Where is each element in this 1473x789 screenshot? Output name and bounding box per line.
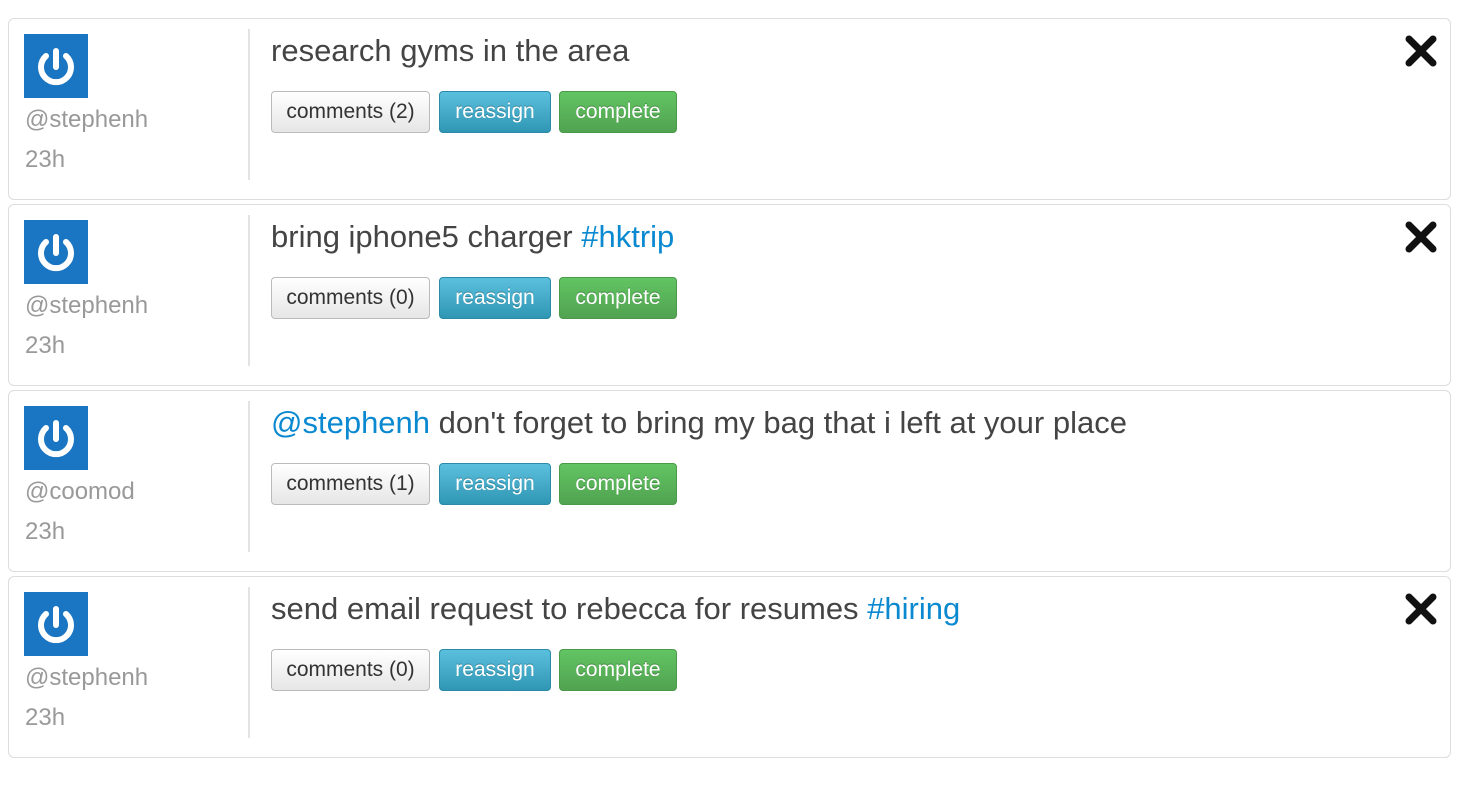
avatar[interactable] (24, 34, 88, 98)
hashtag-link[interactable]: #hiring (867, 591, 960, 626)
task-text: @stephenh don't forget to bring my bag t… (271, 403, 1127, 443)
close-icon[interactable] (1403, 33, 1439, 69)
username[interactable]: @stephenh (25, 663, 148, 693)
avatar[interactable] (24, 592, 88, 656)
task-list: @stephenh 23h research gyms in the area … (0, 0, 1473, 789)
divider (248, 29, 250, 180)
avatar[interactable] (24, 220, 88, 284)
task-text-body: don't forget to bring my bag that i left… (430, 405, 1127, 440)
comments-button[interactable]: comments (2) (271, 91, 430, 133)
username[interactable]: @stephenh (25, 105, 148, 135)
timestamp: 23h (25, 704, 66, 731)
timestamp: 23h (25, 146, 66, 173)
comments-button[interactable]: comments (0) (271, 649, 430, 691)
power-icon (24, 220, 88, 284)
power-icon (24, 34, 88, 98)
reassign-button[interactable]: reassign (439, 649, 551, 691)
power-icon (24, 592, 88, 656)
complete-button[interactable]: complete (559, 463, 677, 505)
close-icon[interactable] (1403, 591, 1439, 627)
avatar[interactable] (24, 406, 88, 470)
task-card: @stephenh 23h send email request to rebe… (8, 576, 1451, 758)
task-card: @stephenh 23h research gyms in the area … (8, 18, 1451, 200)
username[interactable]: @coomod (25, 477, 135, 507)
comments-button[interactable]: comments (0) (271, 277, 430, 319)
divider (248, 587, 250, 738)
username[interactable]: @stephenh (25, 291, 148, 321)
task-text: bring iphone5 charger #hktrip (271, 217, 674, 257)
divider (248, 401, 250, 552)
task-text: research gyms in the area (271, 31, 629, 71)
task-text-body: research gyms in the area (271, 33, 630, 68)
timestamp: 23h (25, 518, 66, 545)
divider (248, 215, 250, 366)
timestamp: 23h (25, 332, 66, 359)
task-card: @coomod 23h @stephenh don't forget to br… (8, 390, 1451, 572)
reassign-button[interactable]: reassign (439, 463, 551, 505)
complete-button[interactable]: complete (559, 649, 677, 691)
task-text-body: bring iphone5 charger (271, 219, 582, 254)
task-text: send email request to rebecca for resume… (271, 589, 960, 629)
complete-button[interactable]: complete (559, 91, 677, 133)
task-card: @stephenh 23h bring iphone5 charger #hkt… (8, 204, 1451, 386)
mention-link[interactable]: @stephenh (271, 405, 430, 440)
comments-button[interactable]: comments (1) (271, 463, 430, 505)
power-icon (24, 406, 88, 470)
hashtag-link[interactable]: #hktrip (581, 219, 674, 254)
close-icon[interactable] (1403, 219, 1439, 255)
task-text-body: send email request to rebecca for resume… (271, 591, 868, 626)
reassign-button[interactable]: reassign (439, 91, 551, 133)
reassign-button[interactable]: reassign (439, 277, 551, 319)
complete-button[interactable]: complete (559, 277, 677, 319)
